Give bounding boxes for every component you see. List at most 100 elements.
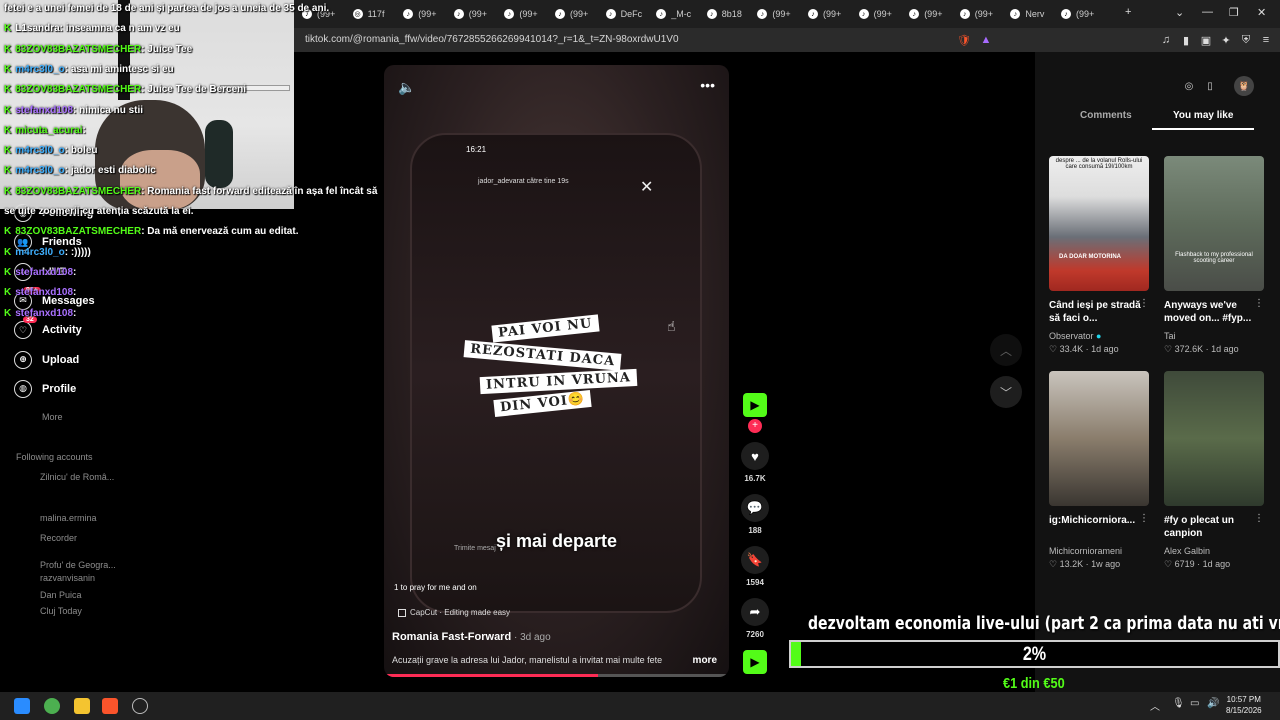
browser-tab[interactable]: ♪ (99+ xyxy=(1061,5,1094,23)
following-account-label[interactable]: razvanvisanin xyxy=(40,573,95,583)
leo-ai-icon[interactable]: ✦ xyxy=(1219,33,1233,47)
video-thumbnail[interactable] xyxy=(1164,371,1264,506)
device-icon[interactable]: ▯ xyxy=(1202,78,1218,94)
follow-plus-button[interactable]: + xyxy=(748,419,762,433)
chat-username[interactable]: stefanxd108 xyxy=(15,105,73,116)
chat-username[interactable]: 83ZOV83BAZATSMECHER xyxy=(15,44,141,55)
video-thumbnail[interactable] xyxy=(1049,371,1149,506)
share-button[interactable]: ➦ 7260 xyxy=(741,598,769,639)
video-player[interactable]: 🔈 ••• 16:21 jador_adevarat către tine 19… xyxy=(384,65,729,677)
media-icon[interactable]: ♫ xyxy=(1159,33,1173,47)
more-options-icon[interactable]: ⋮ xyxy=(1254,298,1264,309)
more-options-icon[interactable]: ⋮ xyxy=(1254,513,1264,524)
url-text[interactable]: tiktok.com/@romania_ffw/video/7672855266… xyxy=(305,34,679,45)
explorer-icon[interactable] xyxy=(74,698,90,714)
vpn-icon[interactable]: ⛨ xyxy=(1239,33,1253,47)
browser-tab[interactable]: ♪ (99+ xyxy=(504,5,538,23)
video-author[interactable]: Tai xyxy=(1164,331,1176,341)
video-author[interactable]: Romania Fast-Forward · 3d ago xyxy=(392,631,551,643)
following-account-label[interactable]: Profu' de Geogra... xyxy=(40,560,116,570)
nav-item-upload[interactable]: ⊕ Upload xyxy=(14,349,79,371)
video-thumbnail[interactable]: despre ... de la volanul Rolls-ului care… xyxy=(1049,156,1149,291)
more-options-icon[interactable]: ⋮ xyxy=(1139,298,1149,309)
tray-chevron-icon[interactable]: ︿ xyxy=(1150,698,1160,713)
nav-item-profile[interactable]: ◍ Profile xyxy=(14,378,76,400)
chat-username[interactable]: micuta_acurai xyxy=(15,125,82,136)
following-account-label[interactable]: More xyxy=(42,412,63,422)
brave-shield-icon[interactable]: 🛡 xyxy=(957,33,971,47)
description-more-button[interactable]: more xyxy=(693,655,717,666)
video-author[interactable]: Michicorniorameni xyxy=(1049,546,1122,556)
chat-username[interactable]: m4rc3l0_o xyxy=(15,247,64,258)
chat-username[interactable]: stefanxd108 xyxy=(15,308,73,319)
speed-icon[interactable]: ◎ xyxy=(1181,78,1197,94)
chat-username[interactable]: L1sandra xyxy=(15,23,59,34)
browser-tab[interactable]: ♪ (99+ xyxy=(403,5,436,23)
following-account-label[interactable]: Recorder xyxy=(40,533,77,543)
browser-tab[interactable]: ◎ 117f xyxy=(352,5,384,23)
browser-tab[interactable]: ♪ (99+ xyxy=(858,5,892,23)
next-video-button[interactable]: ﹀ xyxy=(990,376,1022,408)
author-name[interactable]: Romania Fast-Forward xyxy=(392,631,511,643)
mic-tray-icon[interactable]: 🎙 xyxy=(1172,698,1185,709)
video-thumbnail[interactable]: Flashback to my professional scooting ca… xyxy=(1164,156,1264,291)
monitor-tray-icon[interactable]: ▭ xyxy=(1190,698,1199,709)
following-account-label[interactable]: Following accounts xyxy=(16,452,93,462)
video-author[interactable]: Alex Galbin xyxy=(1164,546,1210,556)
chat-username[interactable]: 83ZOV83BAZATSMECHER xyxy=(15,226,141,237)
profile-avatar[interactable]: 🦉 xyxy=(1234,76,1254,96)
comment-button[interactable]: 💬 188 xyxy=(741,494,769,535)
chat-username[interactable]: stefanxd108 xyxy=(15,287,73,298)
chat-username[interactable]: 83ZOV83BAZATSMECHER xyxy=(15,84,141,95)
browser-tab[interactable]: ♪ (99+ xyxy=(757,5,791,23)
sound-disc[interactable]: ▶ xyxy=(741,650,769,674)
restore-icon[interactable]: ❐ xyxy=(1229,6,1239,19)
close-window-icon[interactable]: ✕ xyxy=(1257,6,1266,19)
video-title[interactable]: ig:Michicorniora... xyxy=(1049,514,1149,527)
browser-tab[interactable]: ♪ (99+ xyxy=(555,5,588,23)
video-progress-bar[interactable] xyxy=(384,674,729,677)
save-button[interactable]: 🔖 1594 xyxy=(741,546,769,587)
like-button[interactable]: ♥ 16.7K xyxy=(741,442,769,483)
chrome-icon[interactable] xyxy=(44,698,60,714)
video-author[interactable]: Observator ● xyxy=(1049,331,1101,341)
menu-icon[interactable]: ≡ xyxy=(1259,33,1273,47)
browser-tab[interactable]: ♪ Nerv xyxy=(1010,5,1044,23)
browser-tab[interactable]: ♪ DeFc xyxy=(605,5,642,23)
tab-list-icon[interactable]: ⌄ xyxy=(1175,6,1184,19)
following-account-label[interactable]: malina.ermina xyxy=(40,513,97,523)
brave-icon[interactable] xyxy=(102,698,118,714)
chat-username[interactable]: m4rc3l0_o xyxy=(15,64,64,75)
more-options-icon[interactable]: ⋮ xyxy=(1139,513,1149,524)
obs-icon[interactable] xyxy=(132,698,148,714)
following-account-label[interactable]: Zilnicu' de Româ... xyxy=(40,472,114,482)
chat-username[interactable]: stefanxd108 xyxy=(15,267,73,278)
video-title[interactable]: #fy o plecat un canpion xyxy=(1164,514,1264,540)
browser-tab[interactable]: ♪ (99+ xyxy=(453,5,487,23)
nav-item-activity[interactable]: ♡ 32 Activity xyxy=(14,316,82,341)
minimize-icon[interactable]: — xyxy=(1202,6,1213,18)
following-account-label[interactable]: Cluj Today xyxy=(40,606,82,616)
chat-username[interactable]: m4rc3l0_o xyxy=(15,165,64,176)
previous-video-button[interactable]: ︿ xyxy=(990,334,1022,366)
creator-avatar[interactable]: ▶ + xyxy=(741,393,769,433)
video-title[interactable]: Anyways we've moved on... #fyp... xyxy=(1164,299,1264,325)
video-title[interactable]: Când ieși pe stradă să faci o... xyxy=(1049,299,1149,325)
tab-you-may-like[interactable]: You may like xyxy=(1173,110,1233,121)
browser-tab[interactable]: ♪ 8b18 xyxy=(706,5,742,23)
capcut-tag[interactable]: CapCut · Editing made easy xyxy=(398,608,510,617)
following-account-label[interactable]: Dan Puica xyxy=(40,590,82,600)
browser-tab[interactable]: ♪ (99+ xyxy=(909,5,942,23)
tab-comments[interactable]: Comments xyxy=(1080,110,1132,121)
volume-icon[interactable]: 🔈 xyxy=(398,79,415,96)
browser-tab[interactable]: ♪ (99+ xyxy=(808,5,841,23)
sidebar-icon[interactable]: ▮ xyxy=(1179,33,1193,47)
volume-tray-icon[interactable]: 🔊 xyxy=(1207,698,1219,709)
browser-tab[interactable]: ♪ (99+ xyxy=(959,5,993,23)
more-options-icon[interactable]: ••• xyxy=(700,77,715,93)
chat-username[interactable]: m4rc3l0_o xyxy=(15,145,64,156)
start-icon[interactable] xyxy=(14,698,30,714)
browser-tab[interactable]: ♪ _M-c xyxy=(656,5,691,23)
system-clock[interactable]: 10:57 PM 8/15/2026 xyxy=(1226,694,1262,716)
wallet-icon[interactable]: ▣ xyxy=(1199,33,1213,47)
